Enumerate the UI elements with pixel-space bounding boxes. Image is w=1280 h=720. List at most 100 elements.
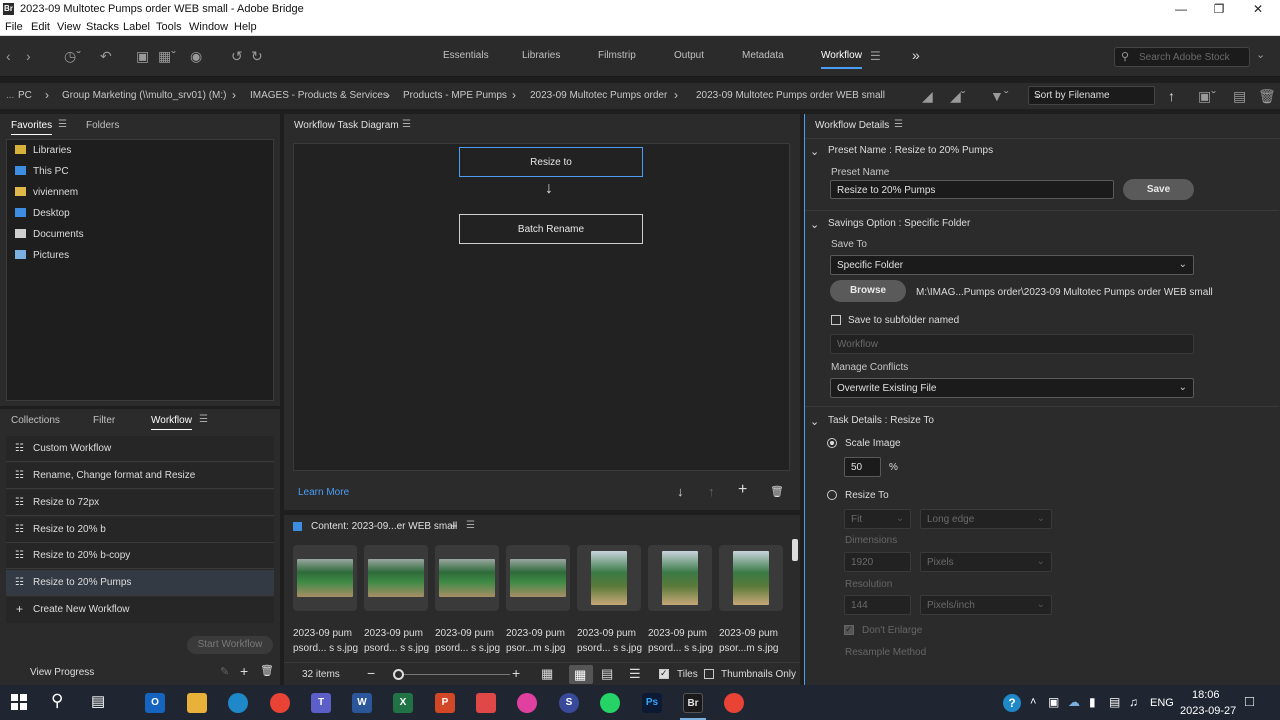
panel-menu-icon[interactable]: ☰: [466, 520, 475, 531]
favorite-pictures[interactable]: Pictures: [15, 250, 69, 261]
browse-button[interactable]: Browse: [830, 280, 906, 302]
menu-file[interactable]: File: [5, 21, 23, 33]
whatsapp-icon[interactable]: [600, 693, 620, 713]
workflow-item[interactable]: ☷ Resize to 20% b-copy: [6, 543, 274, 569]
clock-time[interactable]: 18:06: [1192, 689, 1220, 701]
breadcrumb-pumps-order[interactable]: 2023-09 Multotec Pumps order: [530, 90, 667, 101]
subfolder-name-input[interactable]: Workflow: [830, 334, 1194, 354]
delete-task-icon[interactable]: 🗑: [770, 485, 784, 498]
tab-folders[interactable]: Folders: [86, 120, 119, 131]
view-progress-link[interactable]: View Progress: [30, 667, 94, 678]
dont-enlarge-checkbox[interactable]: ✓: [844, 624, 854, 635]
save-to-select[interactable]: Specific Folder ⌄: [830, 255, 1194, 275]
workspace-libraries[interactable]: Libraries: [522, 50, 560, 61]
favorite-desktop[interactable]: Desktop: [15, 208, 70, 219]
tab-workflow[interactable]: Workflow: [151, 415, 192, 430]
resolution-unit-select[interactable]: Pixels/inch ⌄: [920, 595, 1052, 615]
search-box[interactable]: ⚲ Search Adobe Stock: [1114, 47, 1250, 67]
list-view-icon[interactable]: ☰: [629, 666, 641, 682]
volume-icon[interactable]: ♫: [1129, 695, 1138, 709]
language-indicator[interactable]: ENG: [1150, 697, 1174, 709]
powerpoint-icon[interactable]: P: [435, 693, 455, 713]
chrome-icon[interactable]: [724, 693, 744, 713]
excel-icon[interactable]: X: [393, 693, 413, 713]
start-workflow-button[interactable]: Start Workflow: [187, 636, 273, 654]
menu-help[interactable]: Help: [234, 21, 257, 33]
trash-icon[interactable]: 🗑: [260, 664, 274, 677]
thumbnail[interactable]: [577, 545, 641, 611]
task-view-icon[interactable]: ▤: [91, 692, 105, 710]
tiles-checkbox[interactable]: ✓: [659, 668, 669, 679]
workspace-filmstrip[interactable]: Filmstrip: [598, 50, 636, 61]
new-folder-icon[interactable]: ▤: [1233, 88, 1246, 105]
panel-menu-icon[interactable]: ☰: [199, 414, 208, 425]
scale-percent-input[interactable]: 50: [844, 457, 881, 477]
bridge-icon[interactable]: Br: [683, 693, 703, 713]
tab-collections[interactable]: Collections: [11, 415, 60, 426]
outlook-icon[interactable]: O: [145, 693, 165, 713]
tab-filter[interactable]: Filter: [93, 415, 115, 426]
create-new-workflow[interactable]: + Create New Workflow: [6, 597, 274, 623]
recent-history-icon[interactable]: ◷ˇ: [64, 48, 81, 65]
back-icon[interactable]: ‹: [6, 48, 11, 64]
maximize-icon[interactable]: ❐: [1199, 0, 1239, 19]
learn-more-link[interactable]: Learn More: [298, 487, 349, 498]
edge-icon[interactable]: [228, 693, 248, 713]
save-button[interactable]: Save: [1123, 179, 1194, 200]
chevron-down-icon[interactable]: ⌄: [810, 415, 819, 428]
thumbnail[interactable]: [719, 545, 783, 611]
dimensions-input[interactable]: 1920: [844, 552, 911, 572]
search-dropdown-icon[interactable]: ⌄: [1256, 48, 1265, 61]
photos-icon[interactable]: [517, 693, 537, 713]
manage-conflicts-select[interactable]: Overwrite Existing File ⌄: [830, 378, 1194, 398]
menu-window[interactable]: Window: [189, 21, 228, 33]
breadcrumb-group-marketing[interactable]: Group Marketing (\\multo_srv01) (M:): [62, 90, 227, 101]
add-icon[interactable]: +: [240, 663, 248, 679]
breadcrumb-mpe-pumps[interactable]: Products - MPE Pumps: [403, 90, 507, 101]
workspace-workflow[interactable]: Workflow: [821, 50, 862, 69]
panel-menu-icon[interactable]: ☰: [58, 119, 67, 130]
workflow-item[interactable]: ☷ Resize to 72px: [6, 490, 274, 516]
task-batch-rename[interactable]: Batch Rename: [459, 214, 643, 244]
zoom-in-icon[interactable]: +: [512, 665, 520, 681]
refine-icon[interactable]: ▦ˇ: [158, 48, 176, 65]
filter-icon[interactable]: ▼ˇ: [990, 88, 1009, 104]
panel-menu-icon[interactable]: ☰: [894, 119, 903, 130]
thumbnail[interactable]: [435, 545, 499, 611]
word-icon[interactable]: W: [352, 693, 372, 713]
workspace-output[interactable]: Output: [674, 50, 704, 61]
menu-edit[interactable]: Edit: [31, 21, 50, 33]
workflow-item-selected[interactable]: ☷ Resize to 20% Pumps: [6, 570, 274, 596]
zoom-out-icon[interactable]: −: [367, 665, 375, 681]
chevron-up-icon[interactable]: ˄: [1030, 696, 1036, 708]
menu-label[interactable]: Label: [123, 21, 150, 33]
move-up-icon[interactable]: ↑: [708, 484, 715, 499]
close-icon[interactable]: ✕: [1238, 0, 1278, 19]
camera-icon[interactable]: ▣: [136, 48, 149, 65]
minimize-icon[interactable]: —: [1161, 0, 1201, 19]
panel-menu-icon[interactable]: ☰: [402, 119, 411, 130]
thumbnail[interactable]: [364, 545, 428, 611]
workspace-essentials[interactable]: Essentials: [443, 50, 489, 61]
menu-view[interactable]: View: [57, 21, 81, 33]
tray-app-icon[interactable]: ▣: [1048, 695, 1059, 709]
return-icon[interactable]: ↶: [100, 48, 112, 65]
move-down-icon[interactable]: ↓: [677, 484, 684, 499]
workflow-item[interactable]: ☷ Custom Workflow: [6, 436, 274, 462]
favorite-documents[interactable]: Documents: [15, 229, 84, 240]
more-workspaces-icon[interactable]: »: [912, 47, 920, 63]
teams-icon[interactable]: T: [311, 693, 331, 713]
task-resize-to[interactable]: Resize to: [459, 147, 643, 177]
breadcrumb-images[interactable]: IMAGES - Products & Services: [250, 90, 388, 101]
network-icon[interactable]: ▤: [1109, 695, 1120, 709]
windows-start-icon[interactable]: [11, 694, 27, 710]
details-view-icon[interactable]: ▤: [601, 666, 613, 682]
sort-ascending-icon[interactable]: ↑: [1168, 88, 1175, 104]
scale-image-radio[interactable]: [827, 438, 837, 448]
creative-cloud-icon[interactable]: ◉: [190, 48, 202, 65]
slider-handle[interactable]: [393, 669, 404, 680]
battery-icon[interactable]: ▮: [1089, 695, 1096, 709]
scrollbar-thumb[interactable]: [792, 539, 798, 561]
quality-icon[interactable]: ◢: [922, 88, 933, 105]
fit-select[interactable]: Fit ⌄: [844, 509, 911, 529]
